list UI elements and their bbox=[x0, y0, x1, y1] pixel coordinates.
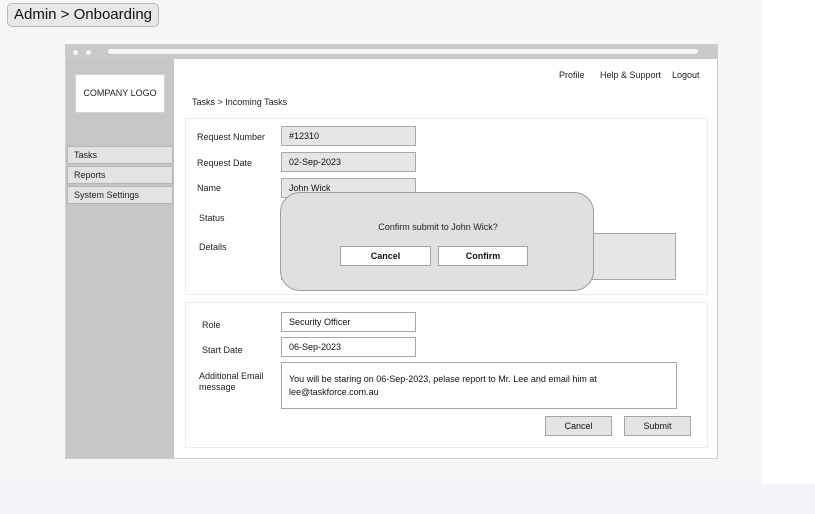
canvas-footer-strip bbox=[0, 484, 815, 514]
request-date-label: Request Date bbox=[197, 158, 253, 168]
role-input[interactable]: Security Officer bbox=[281, 312, 416, 332]
onboarding-panel: Role Security Officer Start Date 06-Sep-… bbox=[185, 302, 708, 448]
sidebar-item-system-settings[interactable]: System Settings bbox=[67, 186, 173, 204]
confirm-message: Confirm submit to John Wick? bbox=[378, 222, 498, 232]
name-label: Name bbox=[197, 183, 222, 193]
confirm-dialog: Confirm submit to John Wick? Cancel Conf… bbox=[280, 192, 594, 291]
address-bar[interactable] bbox=[108, 49, 698, 54]
company-logo: COMPANY LOGO bbox=[75, 74, 165, 113]
window-titlebar bbox=[66, 45, 717, 59]
logout-link[interactable]: Logout bbox=[672, 70, 700, 80]
window-dot-icon[interactable] bbox=[86, 50, 91, 55]
details-label: Details bbox=[199, 242, 227, 252]
request-date-field: 02-Sep-2023 bbox=[281, 152, 416, 172]
email-message-label: Additional Email message bbox=[199, 371, 264, 392]
sidebar-item-tasks[interactable]: Tasks bbox=[67, 146, 173, 164]
sidebar: COMPANY LOGO Tasks Reports System Settin… bbox=[66, 59, 174, 458]
profile-link[interactable]: Profile bbox=[559, 70, 585, 80]
window-dot-icon[interactable] bbox=[73, 50, 78, 55]
status-label: Status bbox=[199, 213, 225, 223]
dialog-confirm-button[interactable]: Confirm bbox=[438, 246, 528, 266]
request-number-field: #12310 bbox=[281, 126, 416, 146]
dialog-cancel-button[interactable]: Cancel bbox=[340, 246, 431, 266]
email-message-textarea[interactable]: You will be staring on 06-Sep-2023, pela… bbox=[281, 362, 677, 409]
help-support-link[interactable]: Help & Support bbox=[600, 70, 661, 80]
submit-button[interactable]: Submit bbox=[624, 416, 691, 436]
request-number-label: Request Number bbox=[197, 132, 266, 142]
sidebar-item-reports[interactable]: Reports bbox=[67, 166, 173, 184]
start-date-label: Start Date bbox=[202, 345, 243, 355]
form-cancel-button[interactable]: Cancel bbox=[545, 416, 612, 436]
breadcrumb: Tasks > Incoming Tasks bbox=[192, 97, 288, 107]
start-date-input[interactable]: 06-Sep-2023 bbox=[281, 337, 416, 357]
page-title-chip: Admin > Onboarding bbox=[7, 3, 160, 27]
role-label: Role bbox=[202, 320, 221, 330]
